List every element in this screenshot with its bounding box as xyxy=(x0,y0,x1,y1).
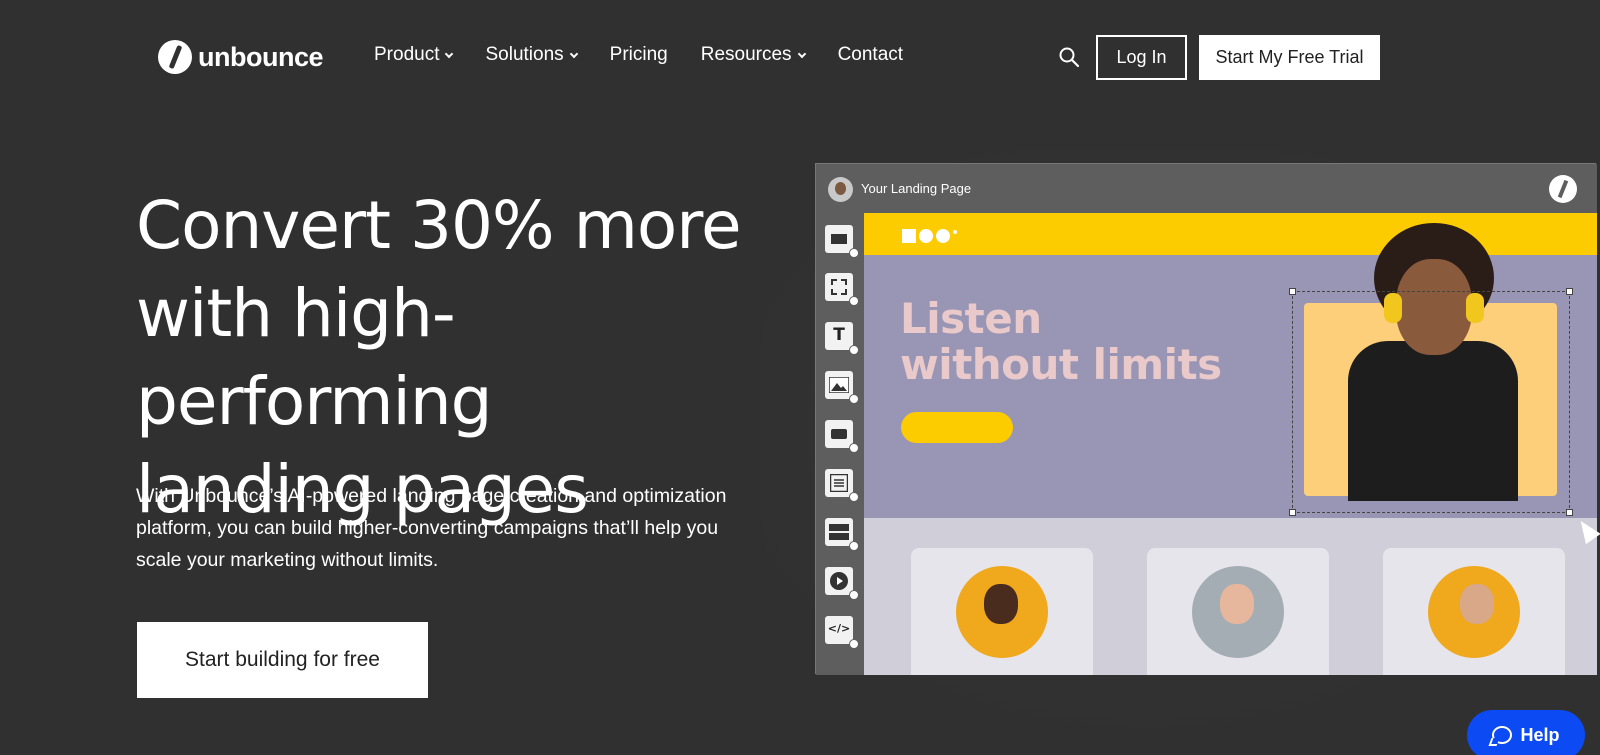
canvas-headline-line: Listen xyxy=(900,294,1042,343)
canvas-headline-line: without limits xyxy=(900,340,1222,389)
unbounce-logo[interactable]: unbounce xyxy=(158,40,324,74)
logo-text: unbounce xyxy=(198,41,324,72)
editor-header: Your Landing Page xyxy=(816,164,1597,213)
nav-item-solutions[interactable]: Solutions xyxy=(485,44,578,66)
chevron-down-icon xyxy=(569,49,578,58)
hero-title-line: with high-performing xyxy=(136,275,493,440)
editor-title: Your Landing Page xyxy=(861,181,972,196)
help-button[interactable]: Help xyxy=(1467,710,1585,755)
nav-item-contact[interactable]: Contact xyxy=(838,44,903,66)
canvas-header-bar xyxy=(864,213,1597,255)
nav-item-label: Product xyxy=(374,44,440,65)
editor-canvas: Listen without limits xyxy=(864,213,1597,675)
code-tool[interactable]: </> xyxy=(825,616,859,649)
video-icon xyxy=(830,572,848,590)
nav-item-pricing[interactable]: Pricing xyxy=(610,44,668,66)
hero-subtitle: With Unbounce’s AI-powered landing page … xyxy=(136,485,727,571)
main-menu: Product Solutions Pricing Resources Cont… xyxy=(374,44,936,66)
nav-item-resources[interactable]: Resources xyxy=(700,44,806,66)
nav-item-label: Solutions xyxy=(485,44,564,65)
section-icon xyxy=(831,234,847,244)
box-icon xyxy=(831,279,847,295)
chat-icon xyxy=(1492,726,1513,744)
list-item xyxy=(1383,548,1565,675)
unbounce-logo-icon xyxy=(158,40,192,74)
list-item xyxy=(1147,548,1329,675)
canvas-headline: Listen without limits xyxy=(900,296,1260,388)
chevron-down-icon xyxy=(445,49,454,58)
image-tool[interactable] xyxy=(825,371,859,404)
list-item xyxy=(911,548,1093,675)
start-building-button[interactable]: Start building for free xyxy=(137,622,428,698)
box-tool[interactable] xyxy=(825,273,859,306)
nav-item-label: Resources xyxy=(700,44,792,65)
search-icon[interactable] xyxy=(1059,47,1079,67)
log-in-button[interactable]: Log In xyxy=(1096,35,1187,80)
nav-item-product[interactable]: Product xyxy=(374,44,454,66)
section-tool[interactable] xyxy=(825,225,859,258)
text-tool[interactable]: T xyxy=(825,322,859,355)
help-label: Help xyxy=(1520,724,1560,745)
resize-handle[interactable] xyxy=(1566,509,1573,516)
canvas-cta-placeholder xyxy=(901,412,1013,443)
top-navigation: unbounce Product Solutions Pricing Resou… xyxy=(0,0,1600,115)
nav-item-label: Contact xyxy=(837,44,904,65)
canvas-cards-section xyxy=(864,518,1597,675)
hero-title-line: Convert 30% more xyxy=(136,187,742,264)
nav-item-label: Pricing xyxy=(609,44,668,65)
moo-logo xyxy=(902,229,957,243)
video-tool[interactable] xyxy=(825,567,859,600)
resize-handle[interactable] xyxy=(1289,509,1296,516)
avatar xyxy=(1192,566,1284,658)
unbounce-logo-icon xyxy=(1549,175,1577,203)
chevron-down-icon xyxy=(797,49,806,58)
list-tool[interactable] xyxy=(825,518,859,551)
avatar xyxy=(956,566,1048,658)
text-icon: T xyxy=(833,325,845,345)
list-icon xyxy=(829,524,849,540)
code-icon: </> xyxy=(827,622,851,635)
image-icon xyxy=(829,377,849,393)
form-tool[interactable] xyxy=(825,469,859,502)
resize-handle[interactable] xyxy=(1566,288,1573,295)
resize-handle[interactable] xyxy=(1289,288,1296,295)
button-icon xyxy=(831,429,847,439)
button-tool[interactable] xyxy=(825,420,859,453)
avatar xyxy=(828,177,853,202)
editor-toolbar: T </> xyxy=(816,213,864,675)
form-icon xyxy=(830,474,848,492)
selection-box[interactable] xyxy=(1289,288,1573,516)
avatar xyxy=(1428,566,1520,658)
start-free-trial-button[interactable]: Start My Free Trial xyxy=(1199,35,1380,80)
landing-page-editor-preview: Your Landing Page T </> Listen without l… xyxy=(815,163,1597,675)
